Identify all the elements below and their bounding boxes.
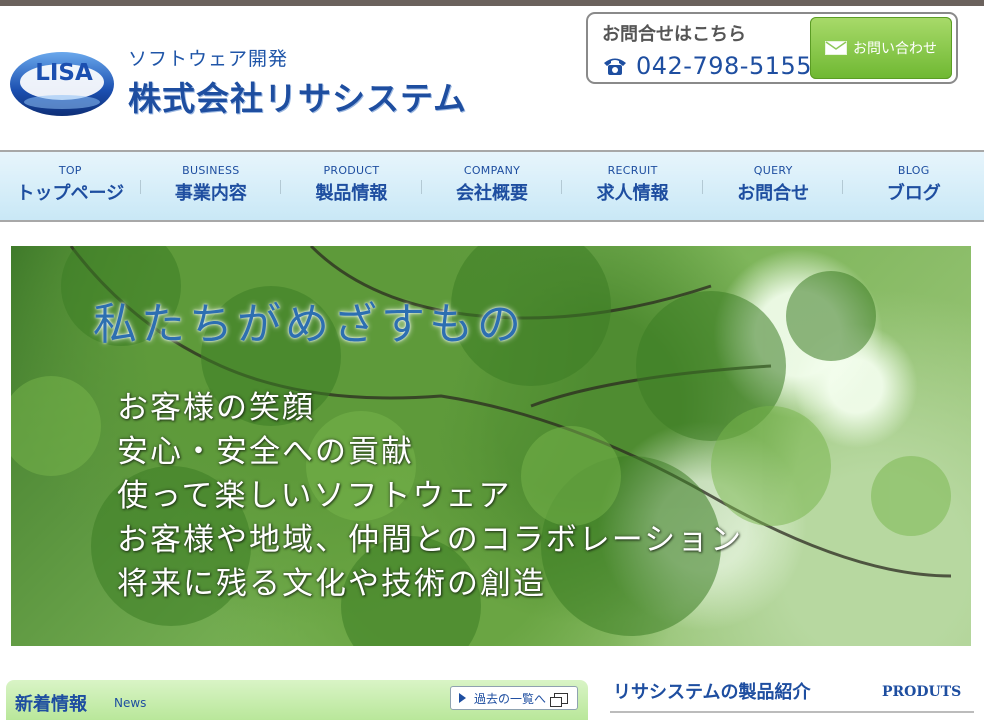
nav-en-label: COMPANY <box>463 164 521 177</box>
nav-item-blog[interactable]: BLOG ブログ <box>843 152 984 220</box>
nav-en-label: TOP <box>58 164 82 177</box>
contact-mail-button[interactable]: お問い合わせ <box>810 17 952 79</box>
hero-line: お客様や地域、仲間とのコラボレーション <box>117 522 744 558</box>
lisa-logo[interactable]: LISA <box>8 44 118 118</box>
contact-mail-label: お問い合わせ <box>853 41 937 57</box>
nav-item-product[interactable]: PRODUCT 製品情報 <box>281 152 422 220</box>
contact-box: お問合せはこちら 042-798-5155 お問い合わせ <box>586 12 958 84</box>
top-accent-bar <box>0 0 984 6</box>
hero-line: 安心・安全への貢献 <box>117 434 414 470</box>
hero-mission-list: お客様の笑顔 安心・安全への貢献 使って楽しいソフトウェア お客様や地域、仲間と… <box>117 386 743 606</box>
hero-line: お客様の笑顔 <box>117 390 315 426</box>
global-nav: TOP トップページ BUSINESS 事業内容 PRODUCT 製品情報 CO… <box>0 150 984 222</box>
nav-jp-label: 会社概要 <box>456 183 529 204</box>
hero-line: 使って楽しいソフトウェア <box>117 478 512 514</box>
phone-icon <box>604 58 626 75</box>
news-header: 新着情報 News 過去の一覧へ <box>6 680 588 720</box>
tagline: ソフトウェア開発 <box>128 48 289 70</box>
company-name[interactable]: 株式会社リサシステム <box>128 72 467 120</box>
hero-line: 将来に残る文化や技術の創造 <box>117 566 546 602</box>
nav-jp-label: 事業内容 <box>174 183 247 204</box>
hero-title: 私たちがめざすもの <box>93 299 525 350</box>
mail-icon <box>825 41 847 55</box>
new-window-icon <box>550 692 569 707</box>
svg-text:LISA: LISA <box>35 60 93 86</box>
play-triangle-icon <box>459 693 466 703</box>
nav-item-query[interactable]: QUERY お問合せ <box>703 152 844 220</box>
nav-en-label: RECRUIT <box>607 164 658 177</box>
nav-en-label: PRODUCT <box>323 164 380 177</box>
news-archive-label: 過去の一覧へ <box>474 691 547 706</box>
news-archive-button[interactable]: 過去の一覧へ <box>450 686 578 710</box>
nav-jp-label: トップページ <box>16 183 125 204</box>
nav-jp-label: 求人情報 <box>596 183 669 204</box>
nav-item-recruit[interactable]: RECRUIT 求人情報 <box>562 152 703 220</box>
nav-jp-label: お問合せ <box>737 183 810 204</box>
hero-banner: 私たちがめざすもの お客様の笑顔 安心・安全への貢献 使って楽しいソフトウェア … <box>11 246 971 646</box>
nav-jp-label: ブログ <box>886 183 941 204</box>
news-title: 新着情報 <box>15 694 87 715</box>
products-subtitle: PRODUTS <box>882 684 962 700</box>
phone-row: 042-798-5155 <box>602 52 812 80</box>
nav-jp-label: 製品情報 <box>315 183 388 204</box>
nav-item-company[interactable]: COMPANY 会社概要 <box>422 152 563 220</box>
products-divider <box>610 711 974 713</box>
nav-item-top[interactable]: TOP トップページ <box>0 152 141 220</box>
nav-en-label: BUSINESS <box>182 164 240 177</box>
products-title: リサシステムの製品紹介 <box>613 682 811 703</box>
nav-en-label: BLOG <box>897 164 930 177</box>
nav-en-label: QUERY <box>753 164 793 177</box>
contact-title: お問合せはこちら <box>602 24 746 45</box>
phone-number[interactable]: 042-798-5155 <box>636 52 812 80</box>
nav-item-business[interactable]: BUSINESS 事業内容 <box>141 152 282 220</box>
news-subtitle: News <box>114 696 147 710</box>
